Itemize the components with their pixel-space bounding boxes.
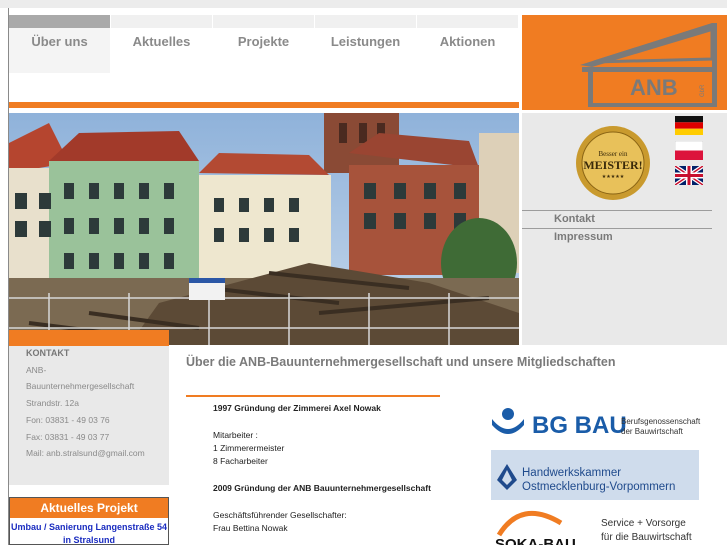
soka-name: SOKA-BAU [495,536,576,545]
staff-label: Mitarbeiter : [213,430,258,440]
contact-mail[interactable]: Mail: anb.stralsund@gmail.com [26,448,145,458]
logo-text: ANB [630,75,678,100]
bg-bau-logo[interactable]: BG BAU Berufsgenossenschaft der Bauwirts… [490,405,705,439]
german-flag-icon[interactable] [675,116,703,135]
bg-bau-line1: Berufsgenossenschaft [621,417,701,426]
page-title: Über die ANB-Bauunternehmergesellschaft … [186,355,616,369]
nav-label-aktionen[interactable]: Aktionen [417,34,518,49]
bg-bau-name: BG BAU [532,412,627,439]
hwk-line1: Handwerkskammer [522,467,622,479]
hero-image [9,113,519,345]
nav-item-ueber-uns[interactable]: Über uns [9,15,110,73]
current-project-heading: Aktuelles Projekt [10,498,168,518]
nav-label-aktuelles[interactable]: Aktuelles [111,34,212,49]
staff-item-2: 8 Facharbeiter [213,456,268,466]
current-project-link[interactable]: Umbau / Sanierung Langenstraße 54 in Str… [10,521,168,547]
impressum-link[interactable]: Impressum [522,228,712,246]
ceo-label: Geschäftsführender Gesellschafter: [213,510,347,520]
project-line2[interactable]: in Stralsund [10,534,168,547]
nav-underline [9,102,519,108]
contact-box: KONTAKT ANB- Bauunternehmergesellschaft … [9,330,169,485]
title-divider [186,395,440,397]
nav-item-projekte[interactable]: Projekte [213,15,314,73]
nav-item-aktionen[interactable]: Aktionen [417,15,518,73]
soka-bau-logo[interactable]: SOKA-BAU Service + Vorsorge für die Bauw… [491,505,705,545]
nav-item-leistungen[interactable]: Leistungen [315,15,416,73]
badge-main-text: MEISTER! [583,158,642,172]
staff-item-1: 1 Zimmerermeister [213,443,285,453]
soka-arc-icon [496,511,563,537]
house-logo-icon: ANB GbR [580,22,717,107]
nav-label-leistungen[interactable]: Leistungen [315,34,416,49]
contact-title: KONTAKT [26,348,70,358]
bg-bau-emblem-icon [492,408,524,434]
current-project-box: Aktuelles Projekt Umbau / Sanierung Lang… [9,497,169,545]
nav-item-aktuelles[interactable]: Aktuelles [111,15,212,73]
bg-bau-line2: der Bauwirtschaft [621,427,684,436]
uk-flag-icon[interactable] [673,164,705,187]
soka-line2: für die Bauwirtschaft [601,532,692,543]
ceo-name: Frau Bettina Nowak [213,523,288,533]
top-bar [0,0,727,8]
contact-phone: Fon: 03831 - 49 03 76 [26,415,110,425]
contact-street: Strandstr. 12a [26,398,79,408]
kontakt-link[interactable]: Kontakt [522,210,712,228]
nav-label-projekte[interactable]: Projekte [213,34,314,49]
contact-company-line2: Bauunternehmergesellschaft [26,381,135,391]
history-heading-1997: 1997 Gründung der Zimmerei Axel Nowak [213,403,381,413]
project-line1[interactable]: Umbau / Sanierung Langenstraße 54 [10,521,168,534]
handwerkskammer-logo[interactable]: Handwerkskammer Ostmecklenburg-Vorpommer… [491,450,699,500]
history-heading-2009: 2009 Gründung der ANB Bauunternehmergese… [213,483,431,493]
main-navigation: Über uns Aktuelles Projekte Leistungen A… [9,15,519,73]
badge-stars: ★★★★★ [602,174,625,180]
nav-label-ueber-uns[interactable]: Über uns [9,34,110,49]
meister-seal-icon: Besser ein MEISTER! ★★★★★ [576,126,650,200]
meister-badge[interactable]: Besser ein MEISTER! ★★★★★ [575,125,651,201]
polish-flag-icon[interactable] [674,140,704,161]
anb-logo[interactable]: ANB GbR [522,15,727,110]
badge-top-text: Besser ein [599,150,628,158]
handwerkskammer-emblem-icon [497,464,517,490]
contact-fax: Fax: 03831 - 49 03 77 [26,432,110,442]
right-sidebar: Besser ein MEISTER! ★★★★★ Kontakt Impres… [522,113,727,345]
soka-line1: Service + Vorsorge [601,518,686,529]
contact-company-line1: ANB- [26,365,47,375]
logo-sub-text: GbR [700,84,706,97]
hwk-line2: Ostmecklenburg-Vorpommern [522,481,676,493]
